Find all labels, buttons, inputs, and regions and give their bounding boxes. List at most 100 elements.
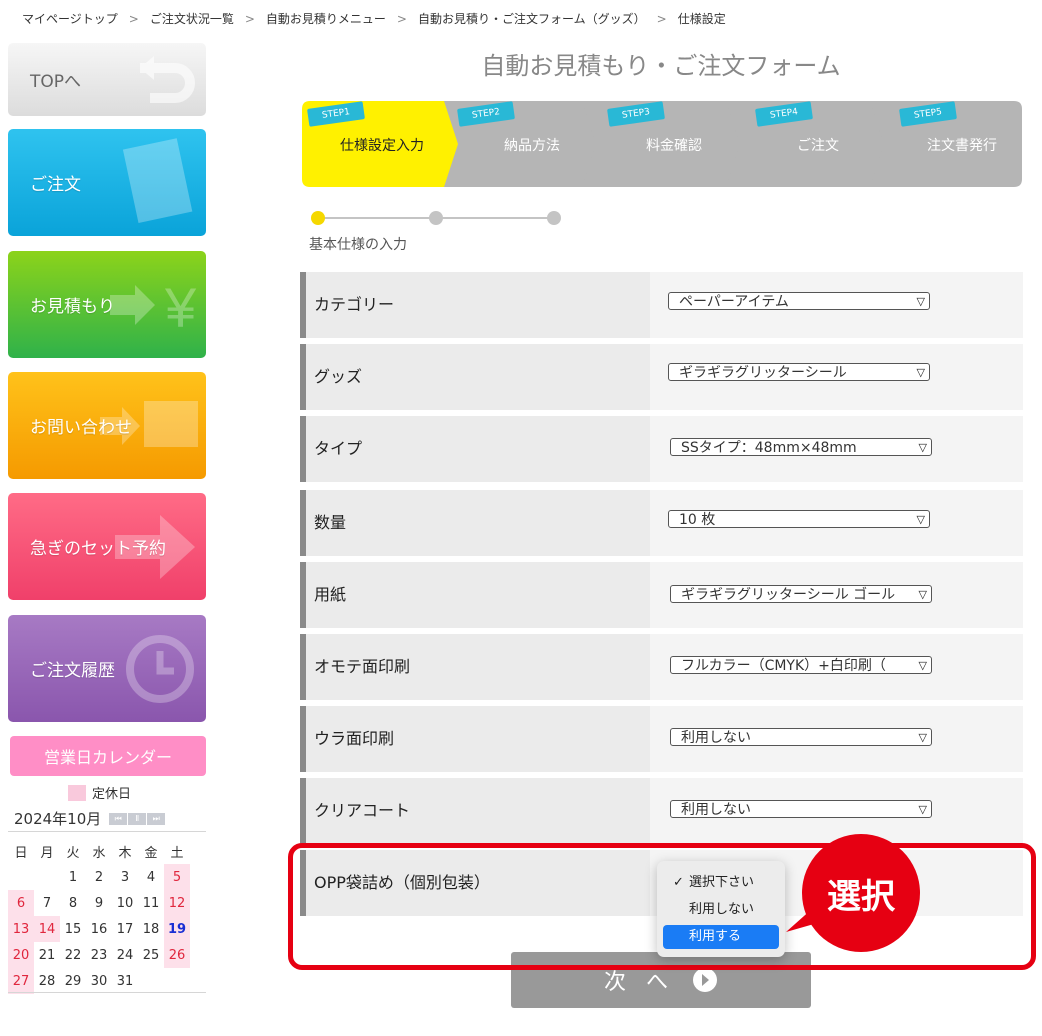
front-print-select[interactable]: フルカラー（CMYK）+白印刷（ ▽ bbox=[670, 656, 932, 674]
calendar-day: 9 bbox=[94, 895, 104, 911]
dropdown-option[interactable]: ✓ 選択下さい bbox=[663, 871, 779, 895]
breadcrumb-item-estimate-menu[interactable]: 自動お見積りメニュー bbox=[266, 12, 386, 26]
calendar-day: 20 bbox=[8, 942, 34, 968]
type-select[interactable]: SSタイプ：48mm×48mm ▽ bbox=[670, 438, 932, 456]
svg-text:¥: ¥ bbox=[164, 276, 197, 339]
calendar-day: 17 bbox=[116, 921, 134, 937]
calendar-day: 1 bbox=[68, 869, 78, 885]
sidebar-contact-label: お問い合わせ bbox=[30, 418, 132, 438]
breadcrumb-separator: > bbox=[396, 12, 407, 26]
breadcrumb-separator: > bbox=[656, 12, 667, 26]
row-value-cell: ギラギラグリッターシール ▽ bbox=[650, 344, 1023, 410]
goods-select[interactable]: ギラギラグリッターシール ▽ bbox=[668, 363, 930, 381]
page-title: 自動お見積もり・ご注文フォーム bbox=[481, 52, 841, 80]
calendar-day bbox=[34, 864, 60, 890]
calendar-weekday: 金 bbox=[144, 845, 158, 861]
check-icon: ✓ bbox=[673, 875, 684, 890]
row-value-cell: SSタイプ：48mm×48mm ▽ bbox=[650, 416, 1023, 482]
breadcrumb-item-form[interactable]: 自動お見積り・ご注文フォーム（グッズ） bbox=[418, 12, 646, 26]
calendar-day bbox=[138, 968, 164, 994]
clear-coat-label: クリアコート bbox=[314, 801, 411, 820]
type-label: タイプ bbox=[314, 439, 363, 458]
chevron-down-icon: ▽ bbox=[916, 657, 927, 673]
form-row-goods: グッズ ギラギラグリッターシール ▽ bbox=[300, 344, 1023, 410]
sub-step-dot bbox=[429, 211, 443, 225]
calendar-day: 8 bbox=[68, 895, 78, 911]
sidebar-order-button[interactable]: ご注文 bbox=[8, 129, 206, 236]
sidebar-rush-button[interactable]: 急ぎのセット予約 bbox=[8, 493, 206, 600]
calendar-current-icon[interactable]: Ⅱ bbox=[128, 812, 147, 825]
calendar-day: 15 bbox=[64, 921, 82, 937]
calendar-day: 22 bbox=[64, 947, 82, 963]
step1-label: 仕様設定入力 bbox=[340, 138, 424, 154]
calendar-weekday: 日 bbox=[14, 845, 28, 861]
breadcrumb-item-mypage[interactable]: マイページトップ bbox=[22, 12, 118, 26]
step4-label: ご注文 bbox=[797, 138, 839, 154]
category-select[interactable]: ペーパーアイテム ▽ bbox=[668, 292, 930, 310]
form-row-paper: 用紙 ギラギラグリッターシール ゴール ▽ bbox=[300, 562, 1023, 628]
calendar-day: 27 bbox=[8, 968, 34, 994]
step5-label: 注文書発行 bbox=[927, 138, 997, 154]
clear-coat-select[interactable]: 利用しない ▽ bbox=[670, 800, 932, 818]
calendar-day: 7 bbox=[42, 895, 52, 911]
paper-select[interactable]: ギラギラグリッターシール ゴール ▽ bbox=[670, 585, 932, 603]
calendar-day: 4 bbox=[146, 869, 156, 885]
dropdown-option-selected[interactable]: 利用する bbox=[663, 925, 779, 949]
goods-label: グッズ bbox=[314, 367, 363, 386]
calendar-day: 2 bbox=[94, 869, 104, 885]
breadcrumb: マイページトップ > ご注文状況一覧 > 自動お見積りメニュー > 自動お見積り・ご注文フォ… bbox=[22, 10, 726, 27]
chevron-down-icon: ▽ bbox=[916, 729, 927, 745]
quantity-select-value: 10 枚 bbox=[679, 512, 716, 528]
sidebar-contact-button[interactable]: お問い合わせ bbox=[8, 372, 206, 479]
row-value-cell: ギラギラグリッターシール ゴール ▽ bbox=[650, 562, 1023, 628]
back-print-select[interactable]: 利用しない ▽ bbox=[670, 728, 932, 746]
calendar-divider bbox=[8, 831, 206, 832]
quantity-label: 数量 bbox=[314, 513, 347, 532]
sidebar-estimate-button[interactable]: お見積もり ¥ bbox=[8, 251, 206, 358]
holiday-legend: 定休日 bbox=[68, 783, 131, 802]
sub-step-label: 基本仕様の入力 bbox=[309, 237, 407, 253]
front-print-label: オモテ面印刷 bbox=[314, 657, 411, 676]
calendar-day: 31 bbox=[116, 973, 134, 989]
step-indicator: STEP1 仕様設定入力 STEP2 納品方法 STEP3 料金確認 STEP4… bbox=[302, 101, 1022, 187]
calendar-grid: 日月火水木金土 1 2 3 4 5 6 7 8 9 10 11 12 13 14 15 16 17 18 19 20 2… bbox=[8, 838, 190, 994]
opp-bag-dropdown[interactable]: ✓ 選択下さい 利用しない 利用する bbox=[657, 861, 785, 957]
calendar-weekday: 水 bbox=[92, 845, 106, 861]
step3-label: 料金確認 bbox=[646, 138, 702, 154]
business-calendar-button[interactable]: 営業日カレンダー bbox=[10, 736, 206, 776]
return-arrow-icon bbox=[140, 55, 195, 103]
calendar-day: 14 bbox=[34, 916, 60, 942]
form-row-clear-coat: クリアコート 利用しない ▽ bbox=[300, 778, 1023, 844]
calendar-weekday: 火 bbox=[66, 845, 80, 861]
sidebar-top-button[interactable]: TOPへ bbox=[8, 43, 206, 116]
select-callout-label: 選択 bbox=[827, 876, 895, 917]
breadcrumb-item-order-status[interactable]: ご注文状況一覧 bbox=[150, 12, 234, 26]
holiday-legend-label: 定休日 bbox=[92, 787, 132, 802]
calendar-weekday: 月 bbox=[40, 845, 54, 861]
chevron-down-icon: ▽ bbox=[916, 801, 927, 817]
calendar-day: 28 bbox=[38, 973, 56, 989]
calendar-day: 23 bbox=[90, 947, 108, 963]
dropdown-option[interactable]: 利用しない bbox=[663, 898, 779, 922]
goods-select-value: ギラギラグリッターシール bbox=[679, 365, 847, 381]
history-clock-icon bbox=[126, 634, 194, 703]
calendar-day: 3 bbox=[120, 869, 130, 885]
front-print-select-value: フルカラー（CMYK）+白印刷（ bbox=[681, 658, 886, 674]
calendar-header: 2024年10月 ⏮ Ⅱ ⏭ bbox=[14, 808, 166, 829]
form-row-quantity: 数量 10 枚 ▽ bbox=[300, 490, 1023, 556]
calendar-month: 2024年10月 bbox=[14, 810, 102, 828]
back-print-label: ウラ面印刷 bbox=[314, 729, 395, 748]
calendar-next-icon[interactable]: ⏭ bbox=[147, 812, 166, 825]
row-value-cell: 10 枚 ▽ bbox=[650, 490, 1023, 556]
sidebar-history-button[interactable]: ご注文履歴 bbox=[8, 615, 206, 722]
calendar-day bbox=[8, 864, 34, 890]
holiday-swatch bbox=[68, 784, 86, 801]
form-row-back-print: ウラ面印刷 利用しない ▽ bbox=[300, 706, 1023, 772]
document-icon bbox=[122, 137, 193, 223]
sub-step-progress bbox=[311, 211, 561, 225]
sidebar-history-label: ご注文履歴 bbox=[30, 661, 115, 681]
back-print-select-value: 利用しない bbox=[681, 730, 751, 746]
quantity-select[interactable]: 10 枚 ▽ bbox=[668, 510, 930, 528]
yen-arrow-icon: ¥ bbox=[110, 276, 197, 339]
calendar-prev-icon[interactable]: ⏮ bbox=[109, 812, 128, 825]
